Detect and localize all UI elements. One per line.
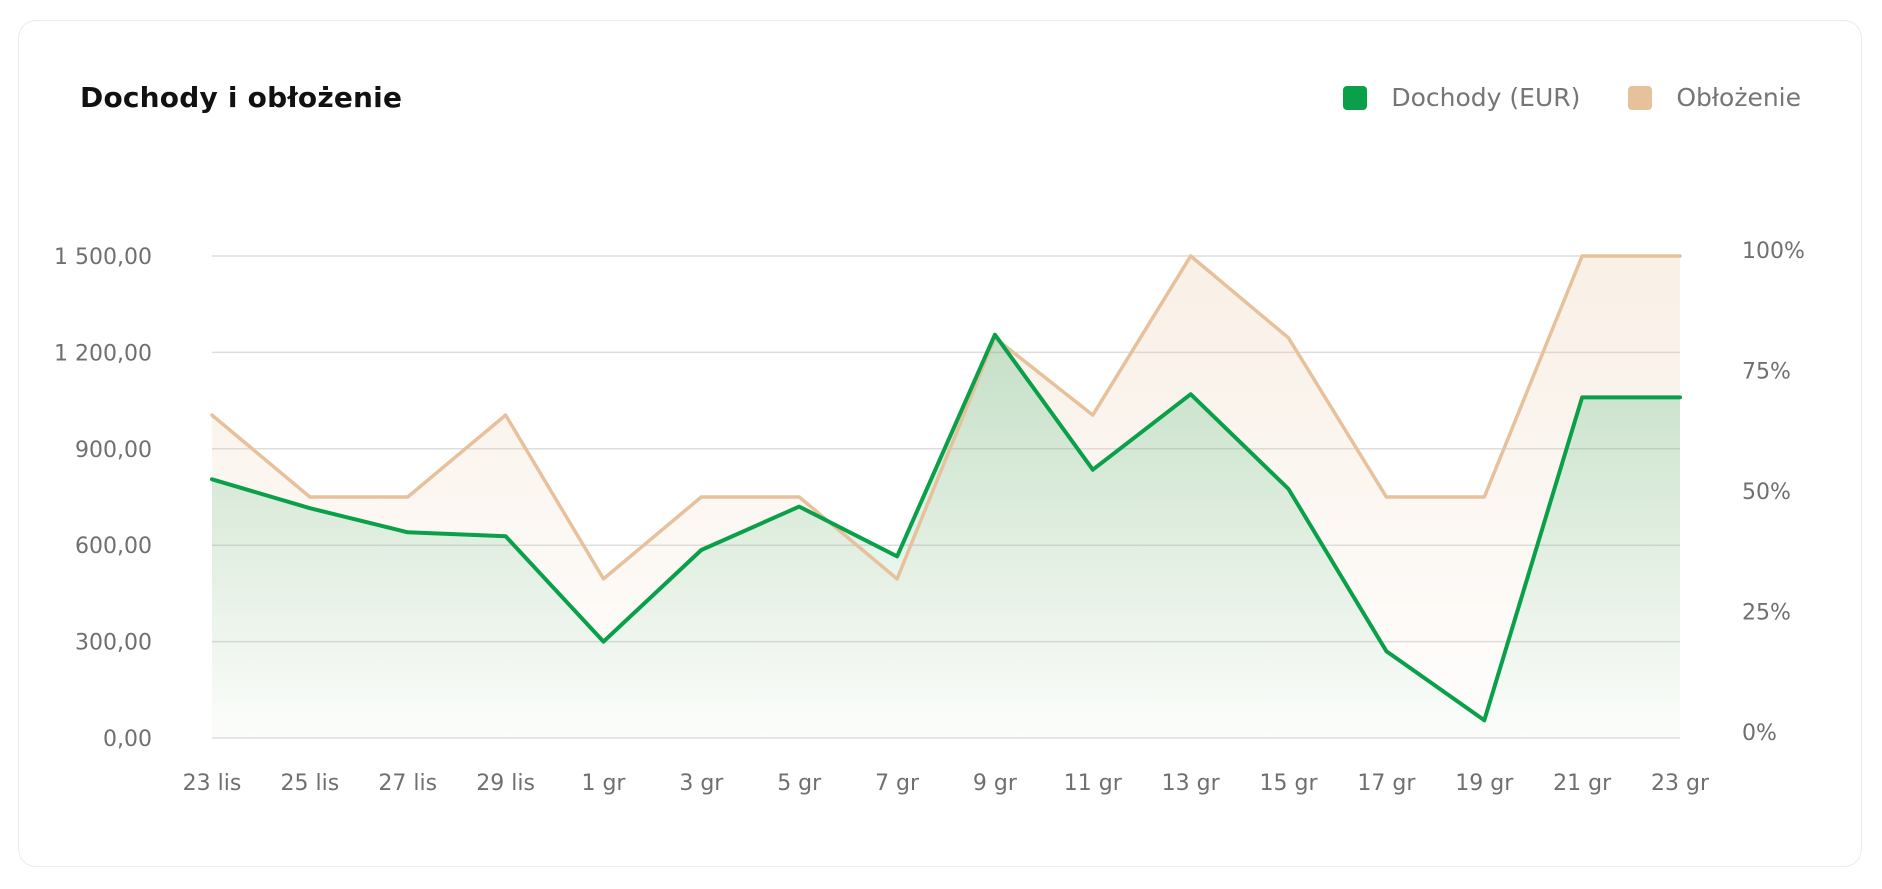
x-tick-label: 3 gr xyxy=(679,771,724,796)
y-left-tick-label: 300,00 xyxy=(75,631,152,656)
x-tick-label: 17 gr xyxy=(1357,771,1416,796)
x-tick-label: 5 gr xyxy=(777,771,822,796)
x-tick-label: 21 gr xyxy=(1553,771,1612,796)
y-right-tick-label: 100% xyxy=(1742,239,1805,264)
x-tick-label: 29 lis xyxy=(476,771,535,796)
y-right-tick-label: 50% xyxy=(1742,480,1791,505)
y-left-tick-label: 1 500,00 xyxy=(54,245,152,270)
x-tick-label: 11 gr xyxy=(1064,771,1123,796)
x-tick-label: 19 gr xyxy=(1455,771,1514,796)
x-tick-label: 15 gr xyxy=(1260,771,1319,796)
y-right-tick-label: 75% xyxy=(1742,360,1791,385)
x-tick-label: 7 gr xyxy=(875,771,920,796)
x-tick-label: 25 lis xyxy=(281,771,340,796)
x-tick-label: 27 lis xyxy=(378,771,437,796)
x-tick-label: 23 lis xyxy=(183,771,242,796)
x-tick-label: 13 gr xyxy=(1162,771,1221,796)
line-chart: 0,00 300,00 600,00 900,00 1 500,00 1 200,00 0%… xyxy=(54,239,1805,796)
y-left-tick-label: 1 200,00 xyxy=(54,341,152,366)
y-left-tick-label: 900,00 xyxy=(75,438,152,463)
x-tick-label: 23 gr xyxy=(1651,771,1710,796)
x-tick-label: 9 gr xyxy=(973,771,1018,796)
y-right-tick-label: 0% xyxy=(1742,721,1777,746)
x-tick-label: 1 gr xyxy=(581,771,626,796)
y-left-tick-label: 600,00 xyxy=(75,534,152,559)
y-left-tick-label: 0,00 xyxy=(103,727,152,752)
y-right-tick-label: 25% xyxy=(1742,601,1791,626)
